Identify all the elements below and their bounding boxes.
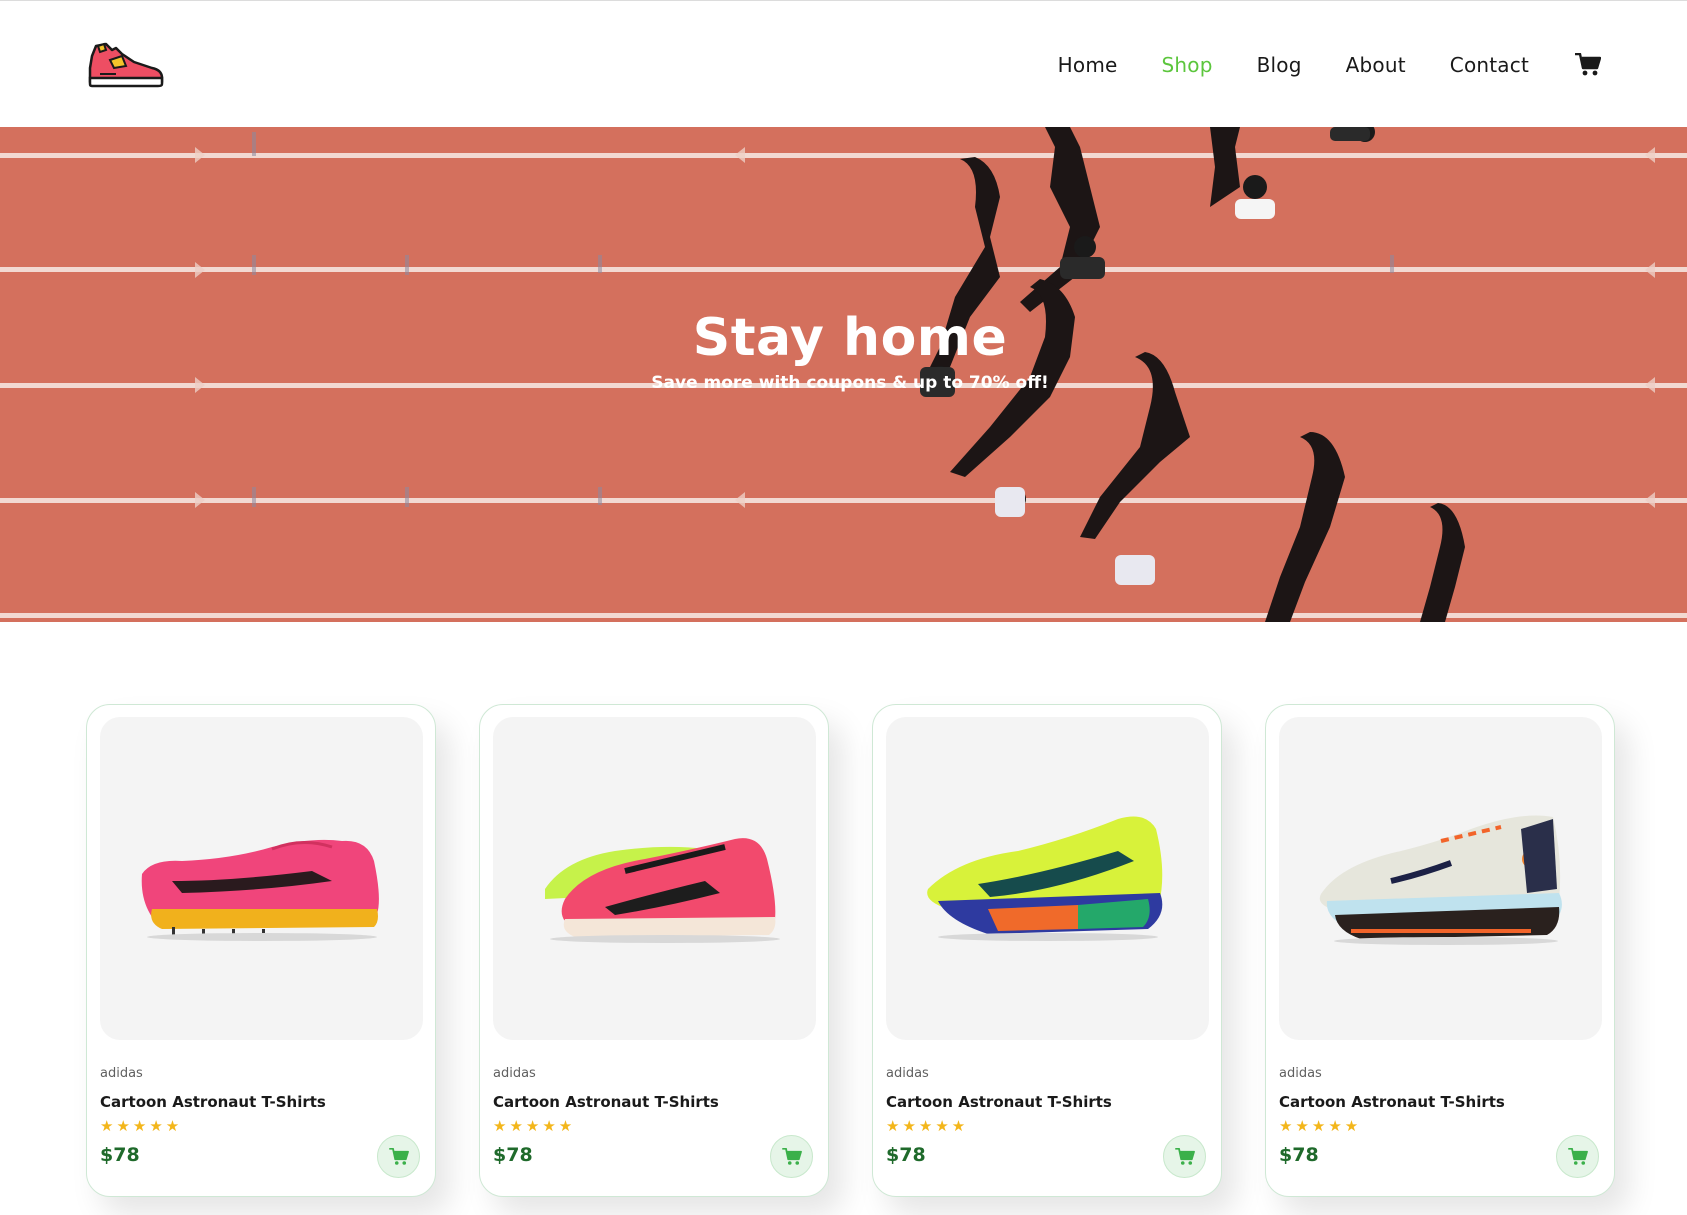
product-price: $78 bbox=[493, 1144, 533, 1166]
sneaker-logo-icon[interactable] bbox=[86, 38, 166, 90]
add-to-cart-button[interactable] bbox=[377, 1135, 420, 1178]
product-brand: adidas bbox=[100, 1066, 143, 1081]
product-price: $78 bbox=[1279, 1144, 1319, 1166]
product-rating-stars: ★★★★★ bbox=[100, 1117, 183, 1135]
hero-text: Stay home Save more with coupons & up to… bbox=[0, 307, 1687, 393]
cart-icon bbox=[1174, 1147, 1195, 1165]
product-image[interactable] bbox=[493, 717, 816, 1040]
product-name[interactable]: Cartoon Astronaut T-Shirts bbox=[493, 1093, 815, 1111]
product-card[interactable]: adidas Cartoon Astronaut T-Shirts ★★★★★ … bbox=[1265, 704, 1615, 1197]
cart-icon bbox=[781, 1147, 802, 1165]
add-to-cart-button[interactable] bbox=[770, 1135, 813, 1178]
site-header: Home Shop Blog About Contact bbox=[0, 1, 1687, 127]
product-brand: adidas bbox=[1279, 1066, 1322, 1081]
nav-home[interactable]: Home bbox=[1058, 53, 1118, 77]
product-grid: adidas Cartoon Astronaut T-Shirts ★★★★★ … bbox=[86, 704, 1616, 1198]
product-price: $78 bbox=[100, 1144, 140, 1166]
nav-shop[interactable]: Shop bbox=[1162, 53, 1213, 77]
volt-running-shoe-image bbox=[926, 816, 1162, 941]
shopping-cart-icon bbox=[1575, 53, 1601, 76]
product-image[interactable] bbox=[886, 717, 1209, 1040]
product-rating-stars: ★★★★★ bbox=[886, 1117, 969, 1135]
product-card[interactable]: adidas Cartoon Astronaut T-Shirts ★★★★★ … bbox=[86, 704, 436, 1197]
white-trail-shoe-image bbox=[1319, 815, 1562, 945]
product-brand: adidas bbox=[886, 1066, 929, 1081]
product-card[interactable]: adidas Cartoon Astronaut T-Shirts ★★★★★ … bbox=[479, 704, 829, 1197]
product-name[interactable]: Cartoon Astronaut T-Shirts bbox=[886, 1093, 1208, 1111]
cart-icon bbox=[1567, 1147, 1588, 1165]
cart-icon bbox=[388, 1147, 409, 1165]
product-image[interactable] bbox=[100, 717, 423, 1040]
product-name[interactable]: Cartoon Astronaut T-Shirts bbox=[100, 1093, 422, 1111]
product-price: $78 bbox=[886, 1144, 926, 1166]
product-name[interactable]: Cartoon Astronaut T-Shirts bbox=[1279, 1093, 1601, 1111]
add-to-cart-button[interactable] bbox=[1556, 1135, 1599, 1178]
product-card[interactable]: adidas Cartoon Astronaut T-Shirts ★★★★★ … bbox=[872, 704, 1222, 1197]
pink-spike-shoe-image bbox=[141, 839, 379, 941]
page: Home Shop Blog About Contact Stay home S… bbox=[0, 0, 1687, 1215]
product-rating-stars: ★★★★★ bbox=[1279, 1117, 1362, 1135]
pink-racing-shoe-image bbox=[544, 837, 780, 943]
hero-title: Stay home bbox=[692, 308, 1008, 368]
add-to-cart-button[interactable] bbox=[1163, 1135, 1206, 1178]
product-rating-stars: ★★★★★ bbox=[493, 1117, 576, 1135]
hero-banner: Stay home Save more with coupons & up to… bbox=[0, 127, 1687, 622]
hero-subtitle: Save more with coupons & up to 70% off! bbox=[651, 373, 1049, 393]
nav-contact[interactable]: Contact bbox=[1450, 53, 1529, 77]
main-nav: Home Shop Blog About Contact bbox=[1014, 53, 1601, 77]
product-brand: adidas bbox=[493, 1066, 536, 1081]
nav-blog[interactable]: Blog bbox=[1257, 53, 1302, 77]
product-image[interactable] bbox=[1279, 717, 1602, 1040]
header-cart-button[interactable] bbox=[1575, 53, 1601, 77]
nav-about[interactable]: About bbox=[1346, 53, 1406, 77]
